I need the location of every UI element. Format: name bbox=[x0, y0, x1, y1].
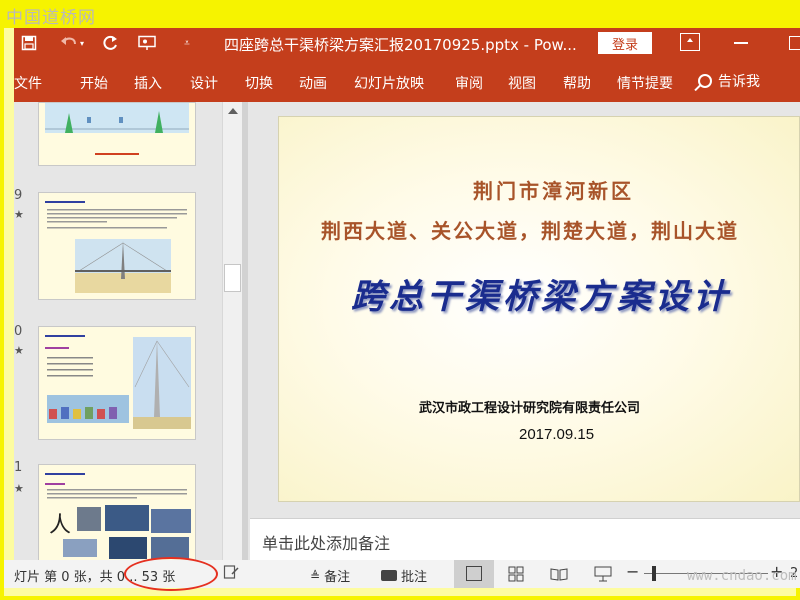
normal-view-button[interactable] bbox=[454, 560, 494, 588]
tell-me-label: 告诉我 bbox=[718, 74, 760, 90]
notes-icon: ≜ bbox=[310, 568, 321, 583]
slide-thumbnail[interactable] bbox=[38, 102, 196, 166]
current-slide[interactable]: 荆门市漳河新区 荆西大道、关公大道，荆楚大道，荆山大道 跨总干渠桥梁方案设计 武… bbox=[278, 116, 800, 502]
notes-button-label: 备注 bbox=[324, 570, 351, 585]
notes-placeholder[interactable]: 单击此处添加备注 bbox=[262, 530, 390, 554]
watermark-bottom: www.cndao.com bbox=[687, 568, 797, 584]
tab-file[interactable]: 文件 bbox=[14, 73, 42, 93]
ribbon-tabs: 文件 开始 插入 设计 切换 动画 幻灯片放映 审阅 视图 帮助 情节提要 告诉… bbox=[14, 58, 800, 102]
tab-review[interactable]: 审阅 bbox=[455, 73, 483, 93]
tab-home[interactable]: 开始 bbox=[80, 73, 108, 93]
tab-slideshow[interactable]: 幻灯片放映 bbox=[354, 73, 424, 93]
customize-toolbar-icon[interactable]: ⩡ bbox=[172, 28, 202, 58]
maximize-icon[interactable] bbox=[789, 36, 800, 50]
slide-subtitle-district[interactable]: 荆门市漳河新区 bbox=[473, 175, 634, 204]
spellcheck-icon[interactable] bbox=[223, 564, 239, 584]
chevron-down-icon[interactable]: ▾ bbox=[76, 28, 88, 58]
slide-subtitle-roads[interactable]: 荆西大道、关公大道，荆楚大道，荆山大道 bbox=[321, 215, 739, 244]
title-bar: ▾ ⩡ 四座跨总干渠桥梁方案汇报20170925.pptx - Pow... 登… bbox=[14, 28, 800, 58]
thumbnail-scrollbar[interactable] bbox=[222, 102, 242, 560]
notes-pane[interactable]: 单击此处添加备注 bbox=[250, 518, 800, 560]
scrollbar-thumb[interactable] bbox=[224, 264, 241, 292]
slide-number: 1 bbox=[14, 460, 23, 475]
tab-design[interactable]: 设计 bbox=[190, 73, 218, 93]
tab-storyboard[interactable]: 情节提要 bbox=[617, 73, 673, 93]
pane-divider[interactable] bbox=[242, 102, 248, 560]
tab-animations[interactable]: 动画 bbox=[299, 73, 327, 93]
tab-transitions[interactable]: 切换 bbox=[245, 73, 273, 93]
slide-main-title[interactable]: 跨总干渠桥梁方案设计 bbox=[351, 269, 731, 318]
slide-date[interactable]: 2017.09.15 bbox=[519, 426, 594, 443]
slide-thumbnail[interactable]: 人 bbox=[38, 464, 196, 561]
slide-company[interactable]: 武汉市政工程设计研究院有限责任公司 bbox=[419, 397, 640, 416]
slide-thumbnail[interactable] bbox=[38, 326, 196, 440]
thumbnail-text: 人 bbox=[49, 513, 72, 538]
slide-number: 0 bbox=[14, 324, 23, 339]
slide-thumbnail[interactable] bbox=[38, 192, 196, 300]
tab-help[interactable]: 帮助 bbox=[563, 73, 591, 93]
tab-insert[interactable]: 插入 bbox=[134, 73, 162, 93]
ribbon-display-options-icon[interactable] bbox=[680, 33, 700, 51]
save-icon[interactable] bbox=[14, 28, 44, 58]
work-area: 9 ★ 0 ★ 1 ★ 人 荆门市漳河新区 荆西大道、关公大道，荆楚大道，荆山大… bbox=[14, 102, 800, 561]
zoom-out-button[interactable]: − bbox=[626, 562, 639, 581]
star-icon: ★ bbox=[14, 482, 24, 495]
login-button[interactable]: 登录 bbox=[598, 32, 652, 54]
redo-icon[interactable] bbox=[96, 28, 126, 58]
search-icon bbox=[698, 74, 712, 88]
slideshow-icon[interactable] bbox=[594, 566, 612, 586]
scroll-up-icon[interactable] bbox=[228, 108, 238, 114]
annotation-circle bbox=[124, 557, 218, 591]
document-title: 四座跨总干渠桥梁方案汇报20170925.pptx - Pow... bbox=[224, 36, 577, 54]
present-from-start-icon[interactable] bbox=[132, 28, 162, 58]
comments-button-label: 批注 bbox=[401, 570, 428, 585]
comments-button[interactable]: 批注 bbox=[381, 566, 427, 585]
normal-view-icon bbox=[466, 566, 482, 581]
slide-number: 9 bbox=[14, 188, 23, 203]
slide-editor: 荆门市漳河新区 荆西大道、关公大道，荆楚大道，荆山大道 跨总干渠桥梁方案设计 武… bbox=[250, 102, 800, 508]
comment-icon bbox=[381, 570, 397, 581]
reading-view-icon[interactable] bbox=[550, 566, 568, 586]
watermark-top: 中国道桥网 bbox=[6, 8, 96, 28]
minimize-icon[interactable] bbox=[734, 42, 748, 44]
zoom-slider-thumb[interactable] bbox=[652, 566, 656, 581]
tell-me-search[interactable]: 告诉我 bbox=[698, 71, 760, 91]
tab-view[interactable]: 视图 bbox=[508, 73, 536, 93]
slide-sorter-icon[interactable] bbox=[508, 566, 524, 586]
notes-button[interactable]: ≜ 备注 bbox=[310, 566, 351, 586]
slide-thumbnail-pane[interactable]: 9 ★ 0 ★ 1 ★ 人 bbox=[14, 102, 222, 561]
star-icon: ★ bbox=[14, 208, 24, 221]
star-icon: ★ bbox=[14, 344, 24, 357]
